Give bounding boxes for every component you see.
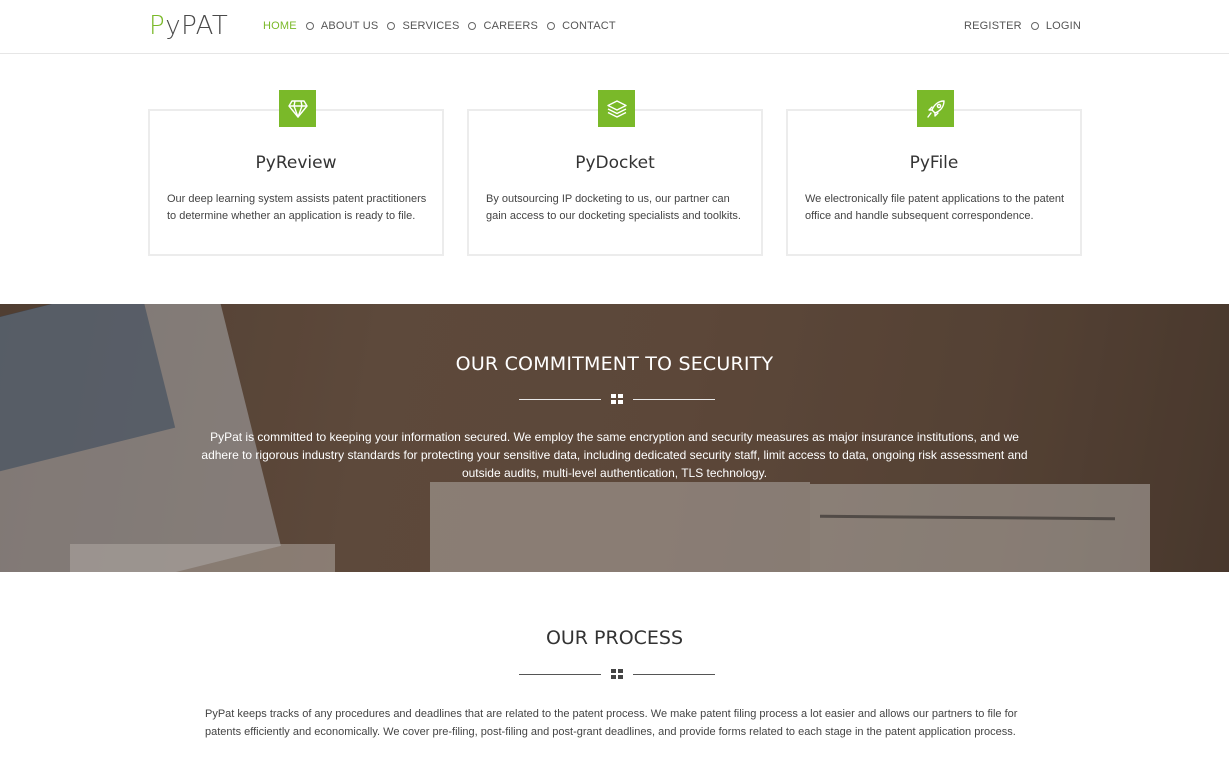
account-nav: REGISTER LOGIN [964, 20, 1081, 32]
circle-separator-icon [387, 22, 396, 30]
nav-services[interactable]: SERVICES [402, 20, 459, 32]
section-divider [519, 394, 715, 404]
site-header: PyPAT HOME ABOUT US SERVICES CAREERS CON… [0, 0, 1229, 54]
rocket-icon [917, 90, 954, 127]
service-title: PyDocket [575, 153, 655, 173]
nav-about-us[interactable]: ABOUT US [321, 20, 379, 32]
nav-contact[interactable]: CONTACT [562, 20, 616, 32]
nav-home[interactable]: HOME [263, 20, 297, 32]
service-title: PyReview [255, 153, 337, 173]
register-link[interactable]: REGISTER [964, 20, 1022, 32]
service-description: Our deep learning system assists patent … [167, 193, 427, 222]
grid-icon [611, 394, 623, 404]
login-link[interactable]: LOGIN [1046, 20, 1081, 32]
circle-separator-icon [547, 22, 556, 30]
security-banner: OUR COMMITMENT TO SECURITY PyPat is comm… [0, 304, 1229, 572]
circle-separator-icon [468, 22, 477, 30]
circle-separator-icon [1030, 22, 1039, 30]
circle-separator-icon [305, 22, 314, 30]
process-text: PyPat keeps tracks of any procedures and… [205, 708, 1018, 738]
main-nav: HOME ABOUT US SERVICES CAREERS CONTACT [263, 20, 616, 32]
process-title: OUR PROCESS [545, 627, 684, 649]
service-card-pyreview: PyReview Our deep learning system assist… [148, 90, 444, 256]
diamond-icon [279, 90, 316, 127]
service-card-pydocket: PyDocket By outsourcing IP docketing to … [467, 90, 763, 256]
security-title: OUR COMMITMENT TO SECURITY [455, 353, 774, 375]
service-description: We electronically file patent applicatio… [805, 193, 1065, 222]
layers-icon [598, 90, 635, 127]
security-text: PyPat is committed to keeping your infor… [201, 430, 1028, 480]
section-divider [519, 669, 715, 679]
nav-careers[interactable]: CAREERS [483, 20, 538, 32]
service-description: By outsourcing IP docketing to us, our p… [486, 193, 741, 222]
logo[interactable]: PyPAT [149, 11, 228, 41]
service-title: PyFile [909, 153, 959, 173]
grid-icon [611, 669, 623, 679]
service-card-pyfile: PyFile We electronically file patent app… [786, 90, 1082, 256]
